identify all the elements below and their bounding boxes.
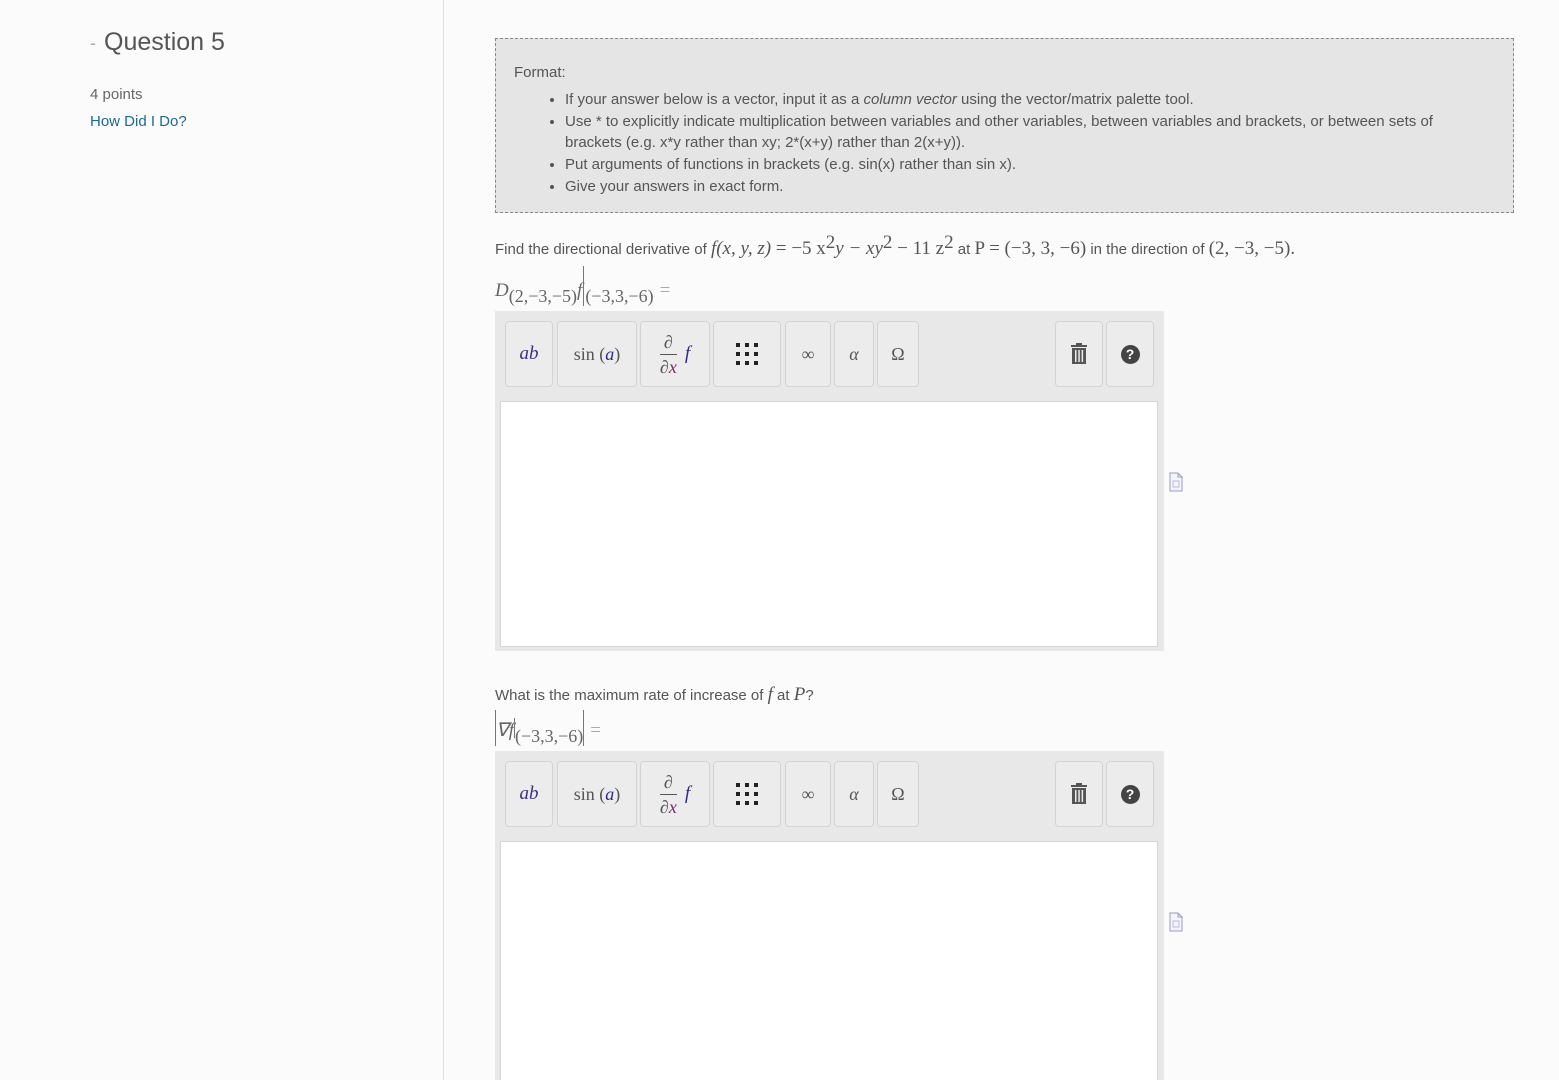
infinity-button[interactable]: ∞	[785, 321, 831, 387]
trash-icon	[1071, 783, 1087, 804]
answer-input-2[interactable]	[500, 841, 1158, 1080]
partial-fraction: ∂ ∂x	[659, 331, 677, 377]
direction-subscript: (2,−3,−5)	[508, 286, 578, 306]
function-f: f	[577, 280, 583, 301]
answer-2-label: ∇f(−3,3,−6) =	[495, 710, 601, 746]
help-button[interactable]: ?	[1106, 761, 1154, 827]
math-editor-1: ab sin (a) ∂ ∂x f ∞ α Ω ?	[495, 311, 1164, 651]
help-button[interactable]: ?	[1106, 321, 1154, 387]
question-2-text: What is the maximum rate of increase of …	[495, 684, 814, 706]
equals-sign: =	[590, 720, 602, 741]
matrix-button[interactable]	[713, 321, 781, 387]
evaluation-subscript: (−3,3,−6)	[515, 726, 584, 746]
direction-vector: (2, −3, −5).	[1208, 238, 1296, 259]
question-mark: ?	[805, 687, 814, 704]
format-item-emphasis: column vector	[863, 91, 957, 108]
question-1-prefix: Find the directional derivative of	[495, 241, 711, 258]
partial-denominator: ∂x	[659, 793, 677, 817]
power-base: a	[519, 343, 530, 364]
question-title: Question 5	[104, 28, 225, 56]
alpha-button[interactable]: α	[834, 761, 874, 827]
format-title: Format:	[514, 64, 566, 81]
equals-sign: =	[659, 280, 671, 301]
partial-f: f	[684, 343, 691, 364]
at-word: at	[953, 241, 975, 258]
format-item: Give your answers in exact form.	[565, 176, 1485, 198]
power-base: a	[519, 783, 530, 804]
format-item-text: using the vector/matrix palette tool.	[956, 91, 1194, 108]
partial-derivative-button[interactable]: ∂ ∂x f	[640, 321, 710, 387]
infinity-button[interactable]: ∞	[785, 761, 831, 827]
point-p: P	[793, 684, 806, 705]
format-item: Use * to explicitly indicate multiplicat…	[565, 111, 1485, 154]
evaluation-subscript: (−3,3,−6)	[585, 286, 654, 306]
power-exponent: b	[529, 783, 539, 804]
function-rhs-c: − 11 z	[892, 238, 945, 259]
sin-arg: a	[605, 343, 615, 364]
partial-d: ∂	[659, 356, 669, 377]
format-list: If your answer below is a vector, input …	[546, 89, 1485, 198]
math-toolbar: ab sin (a) ∂ ∂x f ∞ α Ω ?	[495, 311, 1164, 399]
answer-1-label: D(2,−3,−5)f (−3,3,−6) =	[495, 266, 670, 306]
question-1-text: Find the directional derivative of f(x, …	[495, 232, 1295, 260]
sin-name: sin	[573, 783, 595, 804]
sin-name: sin	[573, 343, 595, 364]
partial-fraction: ∂ ∂x	[659, 771, 677, 817]
collapse-icon[interactable]: -	[90, 34, 96, 52]
question-2-prefix: What is the maximum rate of increase of	[495, 687, 768, 704]
point-p: P = (−3, 3, −6)	[974, 238, 1087, 259]
function-rhs-a: = −5 x	[771, 238, 826, 259]
at-word: at	[772, 687, 794, 704]
partial-f: f	[684, 783, 691, 804]
question-sidebar: - Question 5 4 points How Did I Do?	[0, 0, 444, 1080]
exponent: 2	[944, 232, 954, 253]
format-item: If your answer below is a vector, input …	[565, 89, 1485, 111]
help-icon: ?	[1120, 784, 1140, 804]
math-editor-2: ab sin (a) ∂ ∂x f ∞ α Ω ?	[495, 751, 1164, 1080]
partial-d: ∂	[659, 796, 669, 817]
format-item: Put arguments of functions in brackets (…	[565, 154, 1485, 176]
sin-button[interactable]: sin (a)	[557, 321, 637, 387]
answer-input-1[interactable]	[500, 401, 1158, 647]
function-rhs-b: y − xy	[835, 238, 883, 259]
delete-button[interactable]	[1055, 321, 1103, 387]
format-instructions: Format: If your answer below is a vector…	[495, 38, 1514, 213]
norm-bar-right	[583, 710, 585, 746]
sin-button[interactable]: sin (a)	[557, 761, 637, 827]
sin-arg: a	[605, 783, 615, 804]
delete-button[interactable]	[1055, 761, 1103, 827]
power-button[interactable]: ab	[505, 321, 553, 387]
partial-x: x	[668, 356, 677, 377]
omega-button[interactable]: Ω	[877, 761, 919, 827]
matrix-grid-icon	[736, 343, 758, 365]
power-button[interactable]: ab	[505, 761, 553, 827]
math-toolbar: ab sin (a) ∂ ∂x f ∞ α Ω ?	[495, 751, 1164, 839]
partial-derivative-button[interactable]: ∂ ∂x f	[640, 761, 710, 827]
omega-button[interactable]: Ω	[877, 321, 919, 387]
partial-denominator: ∂x	[659, 353, 677, 377]
how-did-i-do-link[interactable]: How Did I Do?	[90, 113, 187, 130]
direction-text: in the direction of	[1086, 241, 1209, 258]
trash-icon	[1071, 343, 1087, 364]
exponent: 2	[882, 232, 893, 253]
matrix-button[interactable]	[713, 761, 781, 827]
partial-x: x	[668, 796, 677, 817]
format-item-text: If your answer below is a vector, input …	[565, 91, 864, 108]
function-lhs: f(x, y, z)	[710, 238, 772, 259]
power-exponent: b	[529, 343, 539, 364]
alpha-button[interactable]: α	[834, 321, 874, 387]
question-header: - Question 5	[90, 28, 225, 57]
help-icon: ?	[1120, 344, 1140, 364]
partial-numerator: ∂	[663, 771, 673, 792]
partial-numerator: ∂	[663, 331, 673, 352]
matrix-grid-icon	[736, 783, 758, 805]
exponent: 2	[825, 232, 836, 253]
gradient-f: ∇f	[496, 720, 514, 741]
document-icon[interactable]	[1169, 912, 1183, 932]
points-label: 4 points	[90, 86, 143, 103]
directional-d: D	[495, 280, 509, 301]
document-icon[interactable]	[1169, 472, 1183, 492]
